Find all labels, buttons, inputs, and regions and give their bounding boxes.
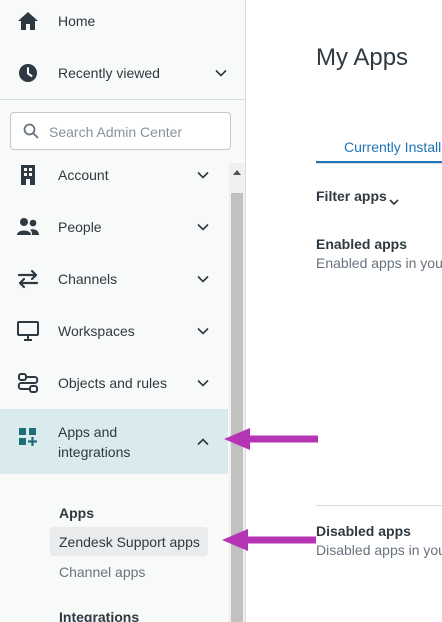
enabled-apps-subtitle: Enabled apps in your Z — [316, 255, 442, 271]
sidebar-item-label: People — [58, 219, 102, 235]
chevron-down-icon — [197, 327, 209, 335]
clock-icon — [16, 61, 40, 85]
sidebar-item-home[interactable]: Home — [0, 0, 228, 47]
search-input[interactable] — [47, 121, 227, 143]
chevron-down-icon — [197, 171, 209, 179]
sidebar-divider — [0, 99, 245, 100]
sidebar-item-objects-and-rules[interactable]: Objects and rules — [0, 357, 228, 409]
admin-sidebar: Home Recently viewed Account People Chan… — [0, 0, 246, 622]
channels-icon — [16, 267, 40, 291]
sidebar-item-channels[interactable]: Channels — [0, 253, 228, 305]
building-icon — [16, 163, 40, 187]
disabled-apps-title: Disabled apps — [316, 523, 411, 539]
sidebar-item-apps-and-integrations[interactable]: Apps and integrations — [0, 409, 228, 474]
sidebar-item-label: Account — [58, 167, 109, 183]
sidebar-scrollbar-thumb[interactable] — [231, 193, 243, 622]
search-icon — [23, 123, 39, 139]
chevron-down-icon — [197, 223, 209, 231]
sidebar-item-label: Home — [58, 13, 96, 29]
sidebar-item-label: Workspaces — [58, 323, 135, 339]
people-icon — [16, 215, 40, 239]
tab-currently-installed[interactable]: Currently Installed — [316, 127, 442, 163]
tab-label: Currently Installed — [344, 139, 442, 155]
search-box[interactable] — [10, 112, 231, 150]
home-icon — [16, 9, 40, 33]
sidebar-item-label-line2: integrations — [58, 444, 131, 460]
disabled-apps-subtitle: Disabled apps in your — [316, 542, 442, 558]
sidebar-item-account[interactable]: Account — [0, 149, 228, 201]
chevron-down-icon[interactable] — [388, 196, 400, 208]
scroll-up-arrow-icon[interactable] — [233, 170, 241, 175]
page-title: My Apps — [316, 44, 409, 71]
apps-grid-icon — [16, 425, 40, 449]
tab-underline — [316, 163, 442, 164]
chevron-up-icon — [197, 438, 209, 446]
annotation-arrow-icon — [224, 428, 318, 450]
section-divider — [316, 505, 442, 506]
sidebar-item-label: Channels — [58, 271, 118, 287]
monitor-icon — [16, 319, 40, 343]
sidebar-item-label-line1: Apps and — [58, 424, 118, 440]
objects-icon — [16, 371, 40, 395]
submenu-heading-integrations: Integrations — [59, 609, 140, 622]
sidebar-item-label: Apps and integrations — [58, 422, 130, 462]
sidebar-item-label: Recently viewed — [58, 65, 160, 81]
sidebar-item-label: Objects and rules — [58, 375, 167, 391]
chevron-down-icon — [197, 275, 209, 283]
filter-apps-dropdown[interactable]: Filter apps — [316, 188, 387, 204]
chevron-down-icon — [215, 69, 227, 77]
sidebar-item-people[interactable]: People — [0, 201, 228, 253]
enabled-apps-title: Enabled apps — [316, 236, 408, 252]
annotation-arrow-icon — [222, 529, 316, 551]
chevron-down-icon — [197, 379, 209, 387]
submenu-heading-apps: Apps — [59, 505, 94, 521]
sidebar-item-recently-viewed[interactable]: Recently viewed — [0, 47, 228, 99]
submenu-link-zendesk-support-apps[interactable]: Zendesk Support apps — [59, 534, 200, 550]
submenu-link-channel-apps[interactable]: Channel apps — [59, 564, 145, 580]
sidebar-item-workspaces[interactable]: Workspaces — [0, 305, 228, 357]
